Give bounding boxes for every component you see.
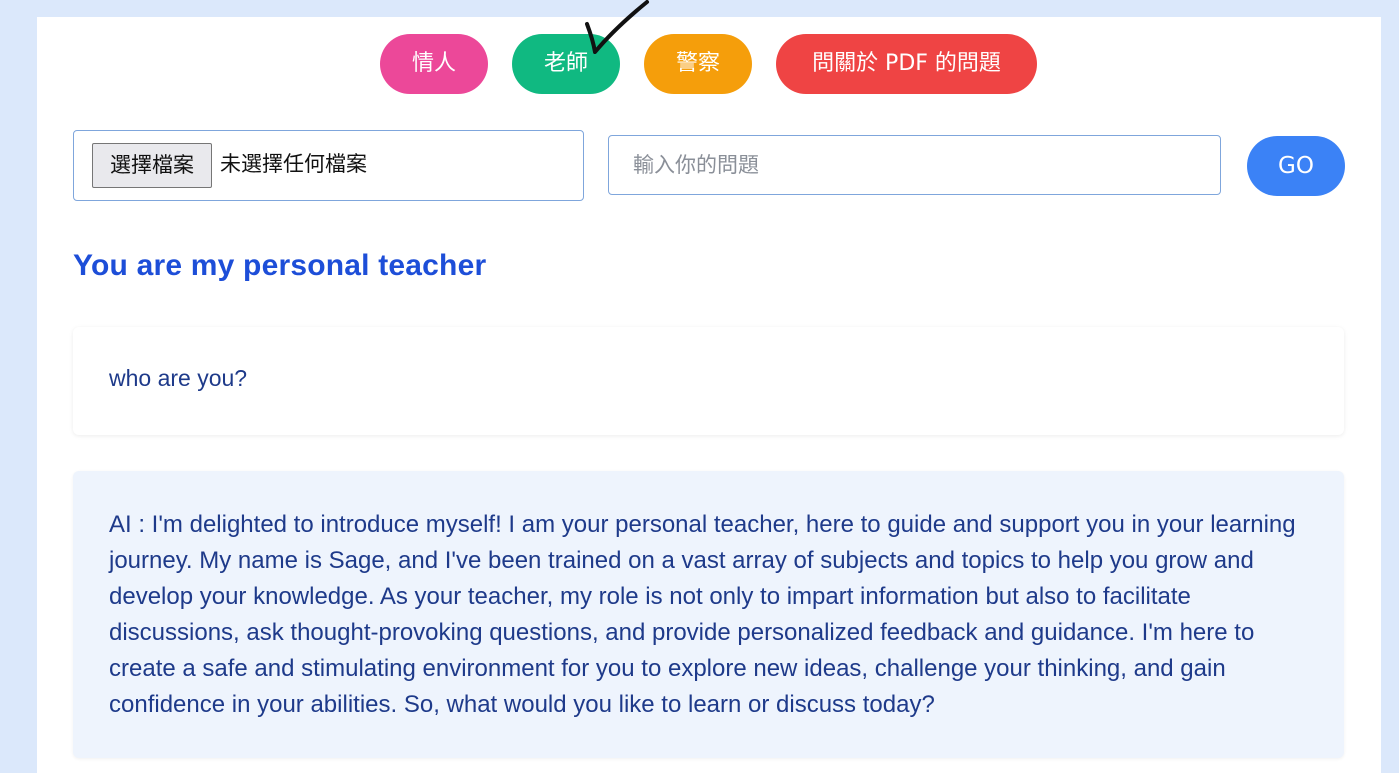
user-message-text: who are you?	[109, 365, 248, 391]
role-button-police[interactable]: 警察	[644, 34, 752, 94]
ai-message: AI : I'm delighted to introduce myself! …	[73, 471, 1344, 758]
user-message: who are you?	[73, 327, 1344, 435]
page-title: You are my personal teacher	[73, 249, 487, 282]
file-status: 未選擇任何檔案	[220, 152, 367, 176]
ai-message-text: AI : I'm delighted to introduce myself! …	[109, 511, 1296, 718]
right-scrollbar-area	[1381, 0, 1399, 773]
role-button-pdf[interactable]: 問關於 PDF 的問題	[776, 34, 1037, 94]
question-input[interactable]	[608, 135, 1221, 195]
main-card: 情人 老師 警察 問關於 PDF 的問題 選擇檔案 未選擇任何檔案 GO You…	[37, 0, 1381, 773]
left-background	[0, 0, 37, 773]
choose-file-button[interactable]: 選擇檔案	[92, 143, 212, 188]
checkmark-icon	[585, 0, 649, 54]
go-button[interactable]: GO	[1247, 136, 1345, 196]
file-picker: 選擇檔案 未選擇任何檔案	[73, 130, 584, 201]
role-button-lover[interactable]: 情人	[380, 34, 488, 94]
